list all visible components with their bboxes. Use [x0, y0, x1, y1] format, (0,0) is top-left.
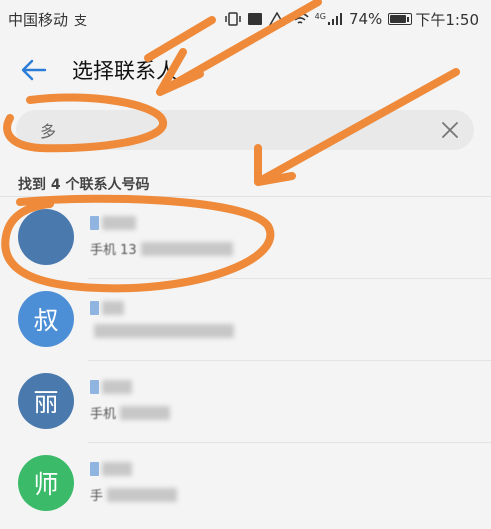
contact-phone-line: 手 [90, 485, 178, 504]
status-right: 4G 74% 下午1:50 [224, 9, 479, 30]
contact-name-blurred [90, 300, 234, 315]
search-input[interactable] [38, 119, 438, 141]
close-icon [442, 122, 458, 138]
avatar: 叔 [18, 291, 74, 347]
contact-text: 手机 13 [90, 216, 233, 258]
clear-search-button[interactable] [438, 118, 462, 142]
wifi-icon [291, 12, 309, 26]
contact-text: 手机 [90, 380, 171, 422]
clock: 下午1:50 [415, 10, 479, 29]
contact-list: 手机 13 叔 丽 手机 师 手 [0, 196, 491, 524]
alarm-icon [268, 12, 285, 26]
battery-icon [388, 13, 413, 25]
phone-label: 手 [90, 489, 104, 504]
avatar [18, 209, 74, 265]
notification-icon [247, 12, 263, 26]
result-count-label: 找到 4 个联系人号码 [18, 177, 150, 193]
phone-label: 手机 [90, 407, 117, 422]
contact-name-blurred [90, 380, 170, 394]
avatar: 师 [18, 455, 74, 511]
contact-text: 手 [90, 462, 178, 504]
back-button[interactable] [16, 52, 52, 88]
contact-phone-line [90, 323, 234, 338]
contact-name-blurred [90, 462, 177, 476]
contact-row[interactable]: 叔 [0, 278, 491, 360]
carrier-name: 中国移动 [8, 10, 69, 29]
contact-phone-line: 手机 [90, 403, 171, 422]
arrow-left-icon [21, 59, 47, 81]
page-title: 选择联系人 [72, 59, 177, 83]
contact-text [90, 300, 234, 338]
contact-phone-line: 手机 13 [90, 239, 233, 258]
battery-percent: 74% [348, 10, 383, 28]
contact-row[interactable]: 丽 手机 [0, 360, 491, 442]
signal-icon: 4G [315, 12, 343, 26]
carrier-app-icon: 支 [74, 13, 88, 29]
contact-row[interactable]: 师 手 [0, 442, 491, 524]
avatar: 丽 [18, 373, 74, 429]
status-left: 中国移动 支 [8, 9, 87, 30]
contact-name-blurred [90, 216, 233, 230]
network-type-label: 4G [314, 12, 326, 21]
phone-label: 手机 13 [90, 243, 137, 258]
status-bar: 中国移动 支 4G 74% 下午1:50 [0, 0, 491, 38]
search-box[interactable] [16, 110, 474, 150]
vibrate-icon [224, 12, 241, 26]
header: 选择联系人 [0, 44, 491, 96]
contact-row[interactable]: 手机 13 [0, 196, 491, 278]
